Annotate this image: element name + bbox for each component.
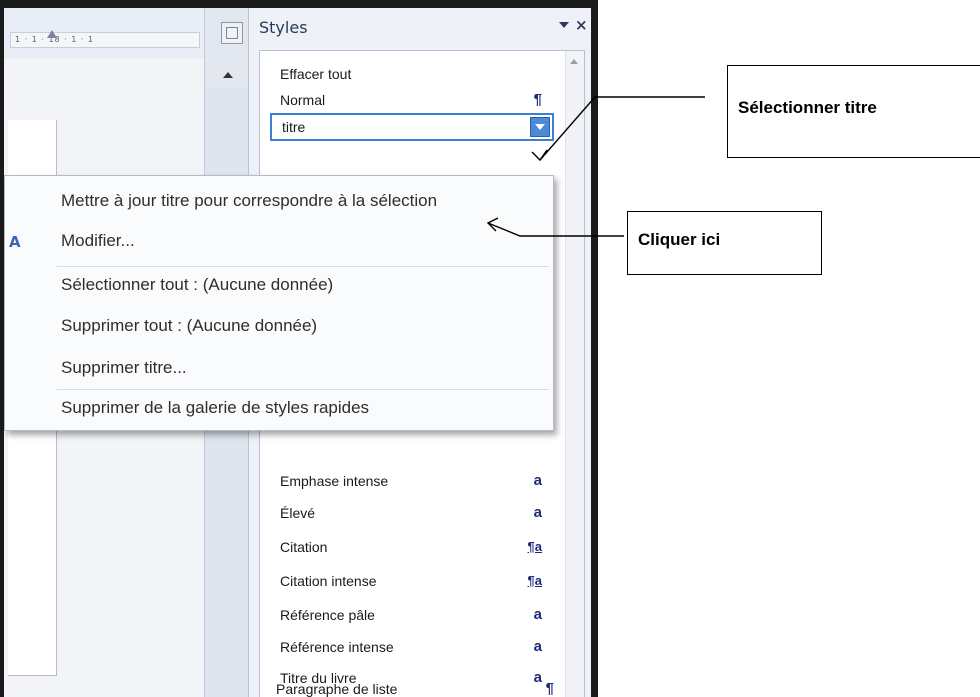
horizontal-ruler: 1 · 1 · 18 · 1 · 1: [4, 8, 204, 59]
style-item-normal[interactable]: Normal ¶: [270, 87, 550, 113]
scroll-up-icon[interactable]: [570, 59, 578, 64]
ruler-scale: 1 · 1 · 18 · 1 · 1: [10, 32, 200, 48]
scroll-up-icon[interactable]: [223, 72, 233, 78]
styles-pane-title: Styles: [259, 18, 308, 37]
callout-click-here: Cliquer ici: [627, 211, 822, 275]
menu-item-update-style[interactable]: Mettre à jour titre pour correspondre à …: [61, 184, 437, 218]
style-item-reference-pale[interactable]: Référence pâle a: [270, 602, 550, 628]
callout-select-title-text: Sélectionner titre: [738, 98, 877, 117]
style-item-label: Effacer tout: [280, 66, 352, 82]
modify-style-icon: A: [9, 233, 21, 251]
styles-list-scrollbar[interactable]: [565, 51, 584, 697]
style-item-paragraphe-de-liste[interactable]: Paragraphe de liste ¶: [266, 676, 562, 697]
style-item-emphase-intense[interactable]: Emphase intense a: [270, 468, 550, 494]
indent-marker-icon[interactable]: [47, 30, 57, 38]
style-dropdown-button[interactable]: [530, 117, 550, 137]
styles-pane-header: Styles ×: [249, 8, 592, 42]
paragraph-style-icon: ¶: [545, 680, 554, 697]
menu-item-delete-all[interactable]: Supprimer tout : (Aucune donnée): [61, 309, 317, 343]
frame-border-right: [591, 0, 598, 697]
menu-separator: [57, 389, 549, 390]
linked-style-icon: ¶a: [527, 573, 542, 588]
character-style-icon: a: [533, 606, 542, 623]
ruler-toggle-icon[interactable]: [221, 22, 243, 44]
menu-separator: [57, 266, 549, 267]
style-item-citation-intense[interactable]: Citation intense ¶a: [270, 568, 550, 594]
style-item-label: Référence intense: [280, 639, 394, 655]
chevron-down-icon[interactable]: [559, 22, 569, 28]
style-item-label: titre: [282, 119, 306, 135]
style-item-label: Citation: [280, 539, 328, 555]
frame-border-top: [0, 0, 598, 8]
style-item-titre[interactable]: titre: [270, 113, 554, 141]
style-context-menu: A Mettre à jour titre pour correspondre …: [4, 175, 554, 431]
style-item-eleve[interactable]: Élevé a: [270, 500, 550, 526]
style-item-label: Emphase intense: [280, 473, 389, 489]
style-item-label: Paragraphe de liste: [276, 681, 398, 697]
menu-item-select-all[interactable]: Sélectionner tout : (Aucune donnée): [61, 268, 333, 302]
character-style-icon: a: [533, 472, 542, 489]
word-screenshot: 1 · 1 · 18 · 1 · 1 Styles × Effacer tout…: [0, 0, 598, 697]
style-item-citation[interactable]: Citation ¶a: [270, 534, 550, 560]
style-item-label: Référence pâle: [280, 607, 375, 623]
character-style-icon: a: [533, 504, 542, 521]
character-style-icon: a: [533, 638, 542, 655]
close-icon[interactable]: ×: [575, 16, 588, 34]
paragraph-style-icon: ¶: [533, 91, 542, 108]
style-item-label: Élevé: [280, 505, 316, 521]
style-item-effacer-tout[interactable]: Effacer tout: [270, 61, 550, 87]
callout-select-title: Sélectionner titre: [727, 65, 980, 158]
menu-item-remove-from-gallery[interactable]: Supprimer de la galerie de styles rapide…: [61, 391, 369, 425]
menu-item-delete-style[interactable]: Supprimer titre...: [61, 351, 187, 385]
linked-style-icon: ¶a: [527, 539, 542, 554]
style-item-label: Normal: [280, 92, 326, 108]
menu-item-modify[interactable]: Modifier...: [61, 224, 135, 258]
callout-click-here-text: Cliquer ici: [638, 230, 721, 249]
style-item-reference-intense[interactable]: Référence intense a: [270, 634, 550, 660]
style-item-label: Citation intense: [280, 573, 377, 589]
